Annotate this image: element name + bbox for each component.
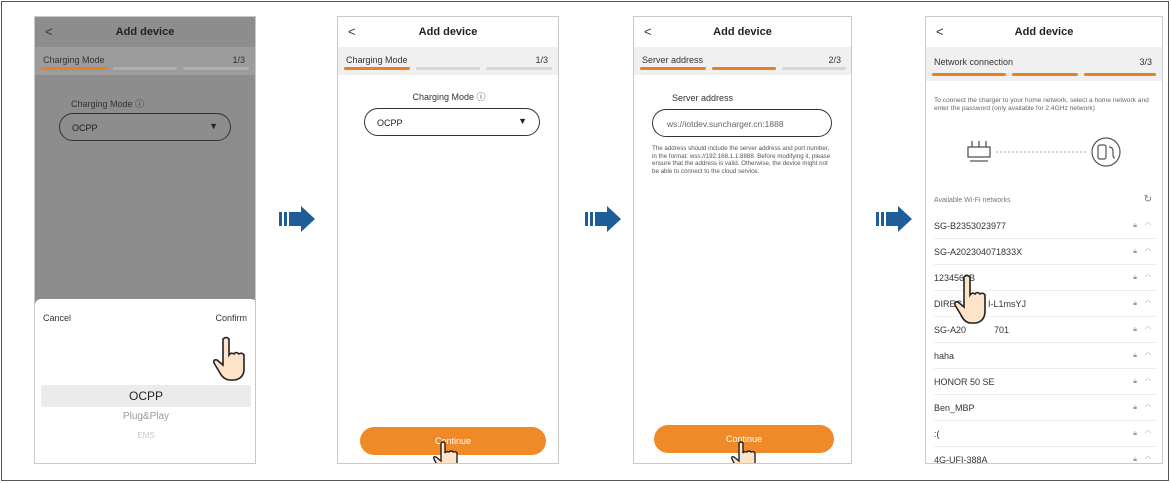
selected-value: OCPP — [377, 118, 403, 128]
picker-sheet: Cancel Confirm OCPP Plug&Play EMS — [35, 299, 255, 463]
info-icon: ⓘ — [476, 92, 486, 102]
charging-mode-select[interactable]: OCPP ▼ — [364, 108, 540, 136]
picker-option[interactable]: OCPP — [35, 389, 255, 403]
field-label: Charging Mode — [412, 92, 474, 102]
back-icon[interactable]: < — [936, 17, 944, 47]
confirm-button[interactable]: Confirm — [215, 313, 247, 323]
header: < Add device — [634, 17, 851, 47]
network-description: To connect the charger to your home netw… — [934, 97, 1149, 112]
lock-wifi-icon: 🔒︎ ◠ — [1133, 352, 1154, 359]
lock-wifi-icon: 🔒︎ ◠ — [1133, 430, 1154, 437]
step-segment-1 — [41, 67, 107, 70]
picker-option[interactable]: EMS — [35, 431, 255, 440]
step-segment-3 — [782, 67, 846, 70]
wifi-network-row[interactable]: haha 🔒︎ ◠ — [934, 343, 1156, 369]
address-hint: The address should include the server ad… — [652, 145, 831, 175]
step-count: 1/3 — [232, 55, 245, 65]
router-to-charger-illustration — [967, 137, 1121, 167]
picker-option[interactable]: Plug&Play — [35, 411, 255, 422]
step-segment-2 — [113, 67, 177, 70]
charging-mode-label-row: Charging Mode ⓘ — [338, 90, 558, 103]
wifi-network-row[interactable]: SG-A202304071833X 🔒︎ ◠ — [934, 239, 1156, 265]
info-icon: ⓘ — [135, 99, 145, 109]
server-address-input[interactable]: ws://iotdev.suncharger.cn:1888 — [652, 109, 832, 137]
lock-wifi-icon: 🔒︎ ◠ — [1133, 456, 1154, 463]
pointing-hand-icon — [731, 441, 756, 463]
step-count: 3/3 — [1139, 57, 1152, 67]
wifi-network-row[interactable]: SG-B2353023977 🔒︎ ◠ — [934, 213, 1156, 239]
charging-mode-label-row: Charging Mode ⓘ — [35, 97, 255, 110]
step-segment-3 — [183, 67, 249, 70]
arrow-right-icon — [585, 206, 621, 232]
wifi-network-row[interactable]: 4G-UFI-388A 🔒︎ ◠ — [934, 447, 1156, 463]
page-title: Add device — [713, 26, 772, 38]
step-indicator: Charging Mode 1/3 — [338, 47, 558, 75]
lock-wifi-icon: 🔒︎ ◠ — [1133, 222, 1154, 229]
header: < Add device — [338, 17, 558, 47]
step-segment-3 — [486, 67, 552, 70]
router-icon — [967, 141, 991, 162]
lock-wifi-icon: 🔒︎ ◠ — [1133, 326, 1154, 333]
step-segment-2 — [1012, 73, 1078, 76]
back-icon[interactable]: < — [348, 17, 356, 47]
step-name: Charging Mode — [346, 55, 408, 65]
screen-4-network-connection: < Add device Network connection 3/3 To c… — [925, 16, 1163, 464]
server-address-value: ws://iotdev.suncharger.cn:1888 — [667, 119, 784, 129]
wifi-network-row[interactable]: HONOR 50 SE 🔒︎ ◠ — [934, 369, 1156, 395]
arrow-right-icon — [279, 206, 315, 232]
wifi-network-row[interactable]: Ben_MBP 🔒︎ ◠ — [934, 395, 1156, 421]
pointing-hand-icon — [954, 274, 986, 324]
step-indicator: Charging Mode 1/3 — [35, 47, 255, 75]
screen-1-charging-mode-picker: < Add device Charging Mode 1/3 Charging … — [34, 16, 256, 464]
lock-wifi-icon: 🔒︎ ◠ — [1133, 378, 1154, 385]
page-title: Add device — [418, 26, 478, 38]
step-segment-1 — [640, 67, 706, 70]
back-icon[interactable]: < — [644, 17, 652, 47]
field-label: Charging Mode — [71, 99, 133, 109]
field-label: Server address — [672, 93, 734, 103]
back-icon[interactable]: < — [45, 17, 53, 47]
step-name: Charging Mode — [43, 55, 105, 65]
cancel-button[interactable]: Cancel — [43, 313, 71, 323]
charger-icon — [1097, 144, 1116, 160]
screen-2-charging-mode: < Add device Charging Mode 1/3 Charging … — [337, 16, 559, 464]
step-segment-2 — [416, 67, 480, 70]
step-indicator: Network connection 3/3 — [926, 47, 1162, 81]
lock-wifi-icon: 🔒︎ ◠ — [1133, 274, 1154, 281]
wifi-network-row[interactable]: :(🔒︎ ◠ — [934, 421, 1156, 447]
page-title: Add device — [1014, 26, 1074, 38]
lock-wifi-icon: 🔒︎ ◠ — [1133, 300, 1154, 307]
pointing-hand-icon — [213, 336, 245, 381]
charging-mode-select[interactable]: OCPP ▼ — [59, 113, 231, 141]
refresh-icon[interactable]: ↻ — [1144, 194, 1152, 205]
step-segment-1 — [932, 73, 1006, 76]
step-name: Network connection — [934, 57, 1014, 67]
step-segment-3 — [1084, 73, 1156, 76]
caret-down-icon: ▼ — [518, 116, 527, 126]
header: < Add device — [926, 17, 1162, 47]
available-networks-label: Available Wi-Fi networks — [934, 197, 1011, 204]
step-count: 2/3 — [828, 55, 841, 65]
step-name: Server address — [642, 55, 704, 65]
pointing-hand-icon — [433, 441, 458, 463]
lock-wifi-icon: 🔒︎ ◠ — [1133, 404, 1154, 411]
screen-3-server-address: < Add device Server address 2/3 Server a… — [633, 16, 852, 464]
page-title: Add device — [115, 26, 175, 38]
caret-down-icon: ▼ — [209, 121, 218, 131]
step-segment-2 — [712, 67, 776, 70]
header: < Add device — [35, 17, 255, 47]
lock-wifi-icon: 🔒︎ ◠ — [1133, 248, 1154, 255]
selected-value: OCPP — [72, 123, 98, 133]
step-indicator: Server address 2/3 — [634, 47, 851, 75]
step-count: 1/3 — [535, 55, 548, 65]
arrow-right-icon — [876, 206, 912, 232]
step-segment-1 — [344, 67, 410, 70]
